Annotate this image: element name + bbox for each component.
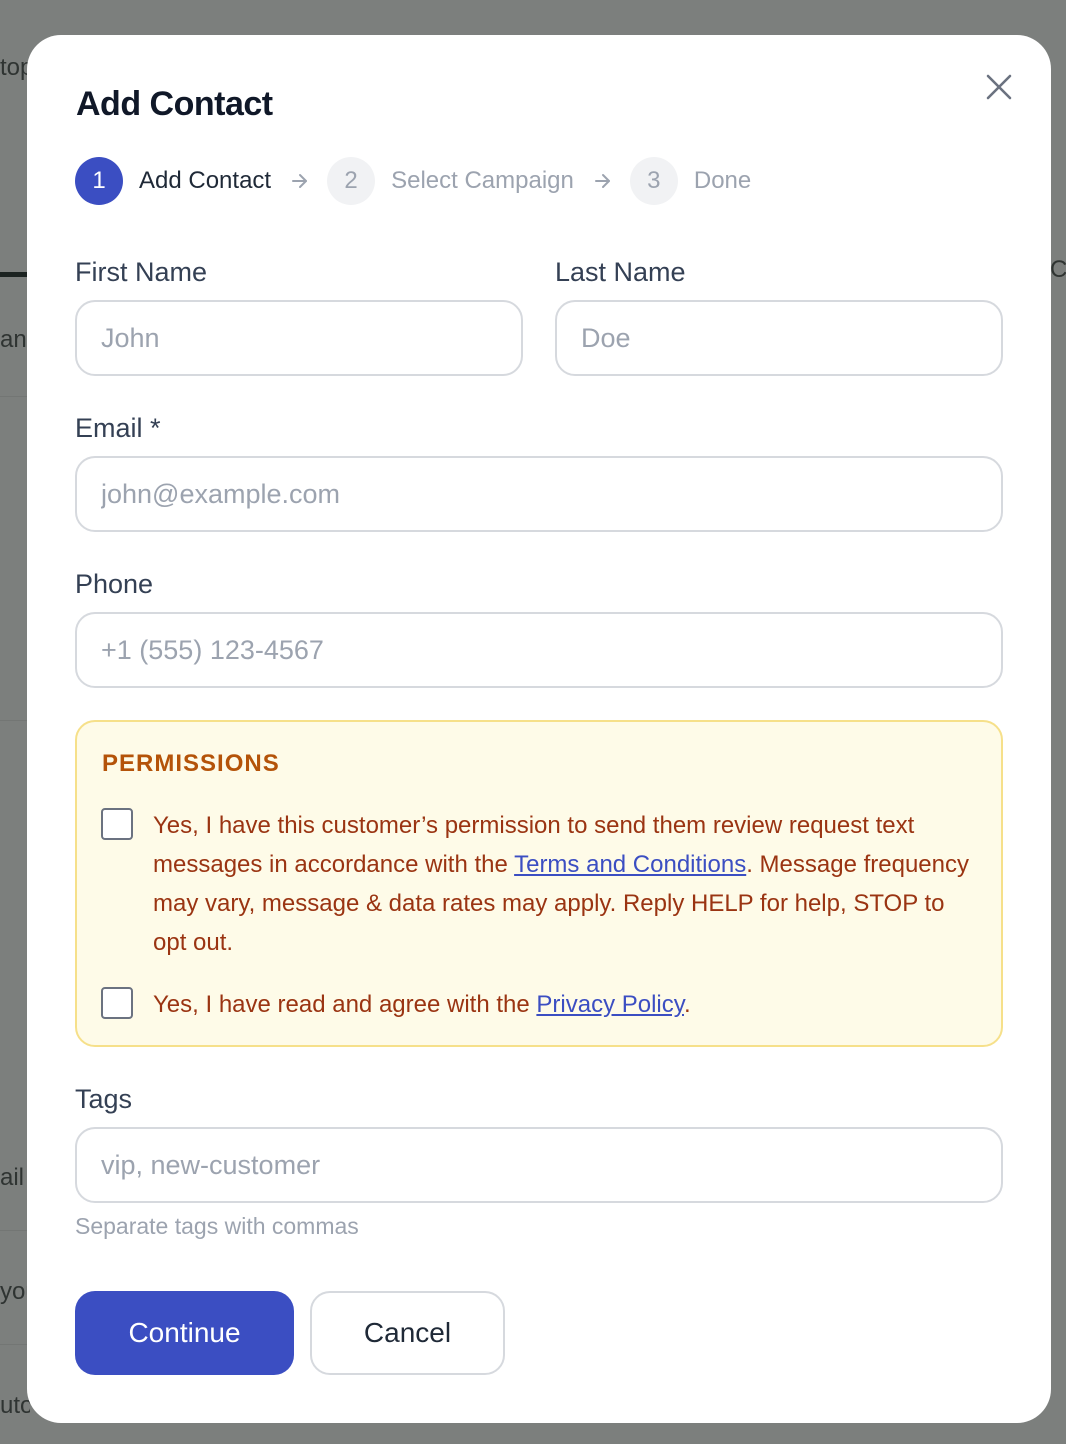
close-button[interactable] [983,71,1015,103]
first-name-input[interactable] [75,300,523,376]
first-name-label: First Name [75,257,208,287]
arrow-right-icon [291,173,309,189]
step-number: 2 [327,157,376,205]
cancel-button[interactable]: Cancel [310,1291,505,1375]
background-fragment-right: Co [1050,256,1066,283]
step-label: Add Contact [139,167,272,194]
step-label: Select Campaign [391,167,574,194]
email-input[interactable] [75,456,1003,532]
step-number: 1 [75,157,123,205]
background-fragment-uto: uto [0,1392,30,1419]
terms-and-conditions-link[interactable]: Terms and Conditions [514,851,746,878]
privacy-consent-row: Yes, I have read and agree with the Priv… [101,985,971,1024]
sms-consent-row: Yes, I have this customer’s permission t… [101,806,971,962]
privacy-consent-text-after: . [683,991,691,1018]
step-add-contact: 1 Add Contact [75,157,271,205]
step-done: 3 Done [629,157,752,205]
stepper: 1 Add Contact 2 Select Campaign 3 Done [75,157,751,205]
email-label: Email * [75,413,161,443]
permissions-title: PERMISSIONS [102,750,280,777]
privacy-consent-checkbox[interactable] [101,987,133,1019]
tags-input[interactable] [75,1127,1003,1203]
permissions-panel: PERMISSIONS Yes, I have this customer’s … [75,720,1003,1047]
tags-hint: Separate tags with commas [75,1213,359,1239]
privacy-consent-text-before: Yes, I have read and agree with the [153,991,537,1018]
continue-button[interactable]: Continue [75,1291,294,1375]
privacy-consent-text: Yes, I have read and agree with the Priv… [153,985,691,1024]
sms-consent-checkbox[interactable] [101,808,133,840]
background-fragment-an: an [0,326,27,353]
sms-consent-text: Yes, I have this customer’s permission t… [153,806,971,962]
privacy-policy-link[interactable]: Privacy Policy [536,991,684,1018]
background-fragment-ail: ail [0,1164,25,1191]
arrow-right-icon [594,173,612,189]
step-number: 3 [629,157,678,205]
step-label: Done [693,167,752,194]
last-name-input[interactable] [555,300,1003,376]
close-icon [986,74,1012,100]
phone-input[interactable] [75,612,1003,688]
tags-label: Tags [75,1084,133,1114]
modal-title: Add Contact [76,85,273,123]
phone-label: Phone [75,569,154,599]
background-dash [0,272,28,277]
background-fragment-you: you [0,1278,30,1305]
step-select-campaign: 2 Select Campaign [327,157,574,205]
background-fragment-top: top [0,54,30,81]
last-name-label: Last Name [555,257,686,287]
add-contact-modal: Add Contact 1 Add Contact 2 Select Campa… [27,35,1051,1423]
